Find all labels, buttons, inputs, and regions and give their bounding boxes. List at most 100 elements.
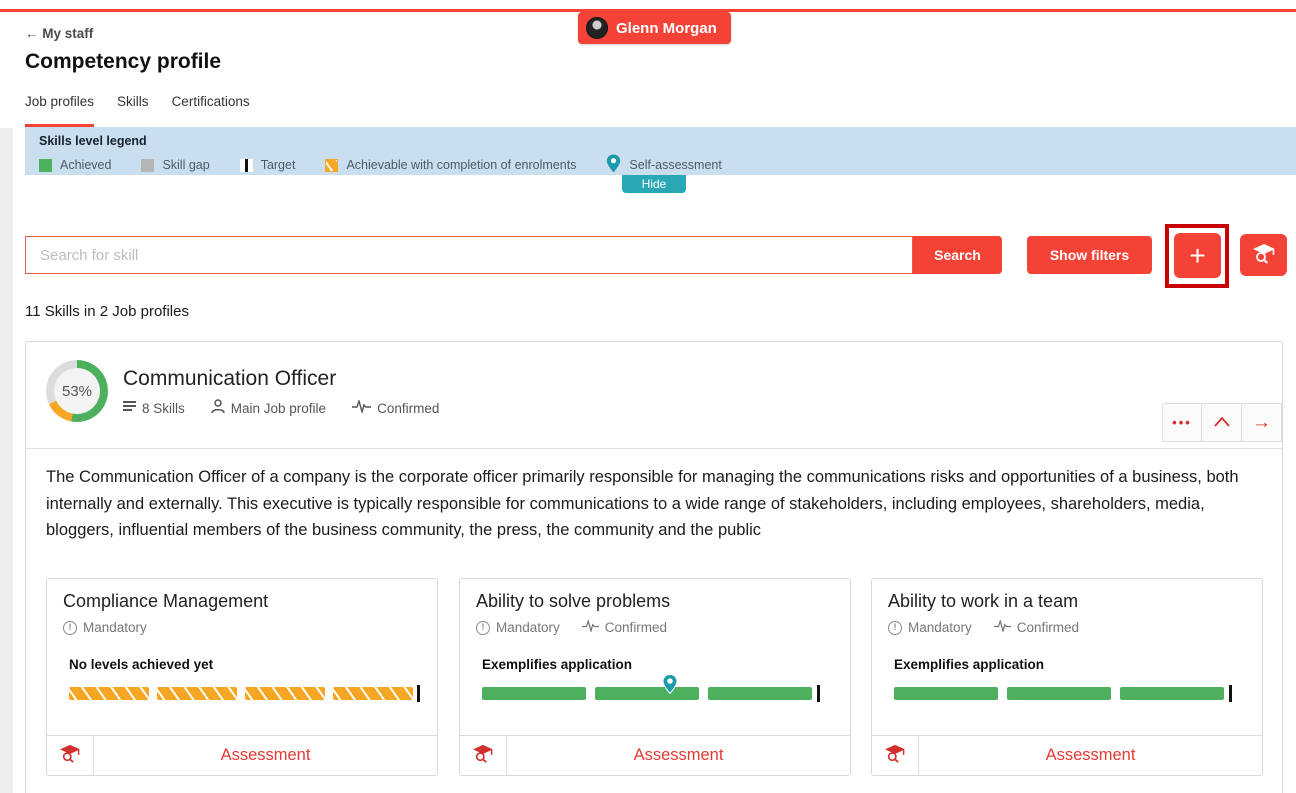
mandatory-icon: ! [63,621,77,635]
assessment-link[interactable]: Assessment [94,736,437,775]
self-assessment-button[interactable] [872,736,919,775]
skill-footer: Assessment [47,735,437,775]
level-bar-achievable [69,687,149,700]
skill-title: Compliance Management [63,591,268,612]
collapse-button[interactable] [1202,403,1242,442]
legend-label: Skill gap [162,158,209,172]
legend-item-skill-gap: Skill gap [141,158,209,172]
level-bar-achieved [482,687,586,700]
user-avatar [586,17,608,39]
target-marker [817,685,820,702]
show-filters-button[interactable]: Show filters [1027,236,1152,274]
search-input[interactable] [25,236,913,274]
self-assessment-button[interactable] [47,736,94,775]
skill-title: Ability to solve problems [476,591,670,612]
confirmed-flag: Confirmed [994,620,1079,635]
skills-level-legend: Skills level legend Achieved Skill gap T… [25,127,1296,175]
target-swatch-icon [240,159,253,172]
skills-count: 8 Skills [123,400,185,416]
skill-level-bars [482,687,820,700]
skill-meta: ! Mandatory Confirmed [476,620,667,635]
pulse-icon [582,620,599,635]
tab-job-profiles[interactable]: Job profiles [25,94,94,121]
level-bar-achieved [894,687,998,700]
level-bar-achieved [708,687,812,700]
page-title: Competency profile [25,50,221,74]
arrow-right-icon: → [1252,412,1271,434]
mandatory-flag: ! Mandatory [63,620,147,635]
self-assessment-pin-icon [662,674,678,699]
level-bar-achieved [1007,687,1111,700]
graduation-cap-icon [1252,243,1276,267]
skill-level-bars [894,687,1232,700]
skill-meta: ! Mandatory Confirmed [888,620,1079,635]
add-skill-button[interactable]: + [1174,233,1221,278]
legend-label: Achieved [60,158,111,172]
results-summary: 11 Skills in 2 Job profiles [25,303,189,320]
ellipsis-icon: ••• [1172,415,1192,430]
profile-status: Confirmed [352,400,439,416]
assessment-link[interactable]: Assessment [507,736,850,775]
level-bar-achieved [1120,687,1224,700]
user-name: Glenn Morgan [616,20,717,37]
target-marker [417,685,420,702]
self-assessment-pin-icon [606,154,621,176]
target-marker [1229,685,1232,702]
mandatory-flag: ! Mandatory [476,620,560,635]
self-assessment-button[interactable] [460,736,507,775]
level-bar-achievable [245,687,325,700]
legend-label: Target [261,158,296,172]
pulse-icon [994,620,1011,635]
level-bar-achievable [157,687,237,700]
tab-certifications[interactable]: Certifications [172,94,250,121]
user-badge[interactable]: Glenn Morgan [578,12,731,44]
progress-percent: 53% [62,383,92,400]
list-icon [123,400,136,416]
pulse-icon [352,400,371,416]
skill-level-label: Exemplifies application [482,657,632,672]
achieved-swatch-icon [39,159,52,172]
assessment-link[interactable]: Assessment [919,736,1262,775]
person-icon [211,399,225,417]
confirmed-flag: Confirmed [582,620,667,635]
legend-item-self-assessment: Self-assessment [606,154,721,176]
job-profile-card: 53% Communication Officer 8 Skills Main … [25,341,1283,793]
tab-skills[interactable]: Skills [117,94,149,121]
tab-bar: Job profiles Skills Certifications [25,94,250,121]
skill-gap-swatch-icon [141,159,154,172]
graduation-cap-icon [884,744,906,768]
hide-legend-button[interactable]: Hide [622,175,686,193]
skill-footer: Assessment [872,735,1262,775]
open-profile-button[interactable]: → [1242,403,1282,442]
page-edge-strip [0,128,13,793]
back-to-my-staff-link[interactable]: ← My staff [25,26,93,41]
skill-title: Ability to work in a team [888,591,1078,612]
level-bar-achievable [333,687,413,700]
mandatory-flag: ! Mandatory [888,620,972,635]
job-profile-title: Communication Officer [123,367,336,391]
profile-type: Main Job profile [211,399,326,417]
legend-title: Skills level legend [39,134,1296,148]
assessments-button[interactable] [1240,234,1287,276]
mandatory-icon: ! [476,621,490,635]
legend-label: Achievable with completion of enrolments [346,158,576,172]
legend-items: Achieved Skill gap Target Achievable wit… [39,154,1296,176]
mandatory-icon: ! [888,621,902,635]
skill-card-compliance-management: Compliance Management ! Mandatory No lev… [46,578,438,776]
divider [26,448,1282,449]
skill-card-ability-to-work-in-a-team: Ability to work in a team ! Mandatory Co… [871,578,1263,776]
level-bar-achieved [595,687,699,700]
achievable-swatch-icon [325,159,338,172]
progress-donut: 53% [46,360,108,422]
job-profile-actions: ••• → [1162,403,1282,442]
more-options-button[interactable]: ••• [1162,403,1202,442]
skill-level-label: No levels achieved yet [69,657,213,672]
chevron-up-icon [1214,414,1230,432]
competency-profile-page: Glenn Morgan ← My staff Competency profi… [0,0,1296,793]
skill-card-ability-to-solve-problems: Ability to solve problems ! Mandatory Co… [459,578,851,776]
legend-item-target: Target [240,158,296,172]
skill-footer: Assessment [460,735,850,775]
search-button[interactable]: Search [913,236,1002,274]
legend-item-achieved: Achieved [39,158,111,172]
graduation-cap-icon [59,744,81,768]
